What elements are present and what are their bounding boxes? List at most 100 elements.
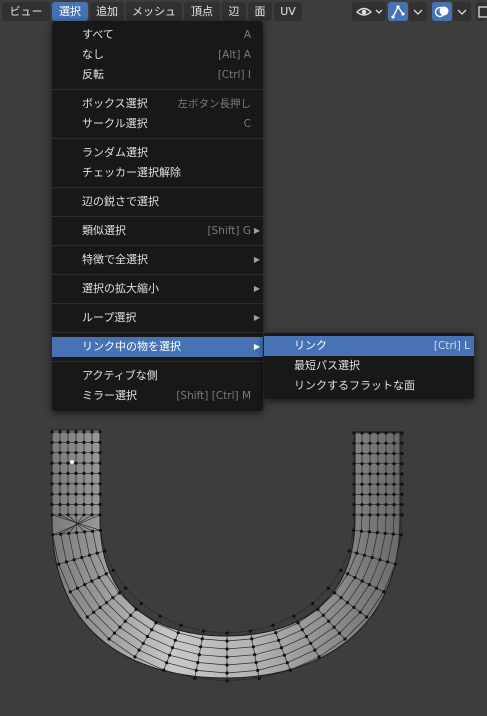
mesh-vertex[interactable] bbox=[352, 472, 356, 476]
mesh-vertex[interactable] bbox=[50, 513, 54, 517]
mesh-vertex[interactable] bbox=[274, 631, 278, 635]
mesh-vertex[interactable] bbox=[168, 653, 172, 657]
menu-item-box-select[interactable]: ボックス選択 左ボタン長押し bbox=[52, 94, 263, 114]
mesh-vertex[interactable] bbox=[111, 596, 115, 600]
menu-mesh[interactable]: メッシュ bbox=[126, 2, 182, 21]
mesh-vertex[interactable] bbox=[202, 629, 206, 633]
mesh-vertex[interactable] bbox=[107, 637, 111, 641]
mesh-vertex[interactable] bbox=[316, 607, 320, 612]
mesh-vertex[interactable] bbox=[251, 645, 255, 649]
mesh-vertex[interactable] bbox=[67, 531, 71, 536]
mesh-vertex[interactable] bbox=[103, 549, 107, 553]
mesh-vertex[interactable] bbox=[50, 482, 54, 486]
menu-item-select-similar[interactable]: 類似選択 [Shift] G ▶ bbox=[52, 221, 263, 241]
mesh-vertex[interactable] bbox=[384, 513, 388, 517]
mesh-vertex[interactable] bbox=[66, 461, 70, 465]
menu-item-select-all[interactable]: すべて A bbox=[52, 25, 263, 45]
mesh-vertex[interactable] bbox=[292, 614, 296, 618]
mesh-vertex[interactable] bbox=[145, 634, 150, 639]
mesh-vertex[interactable] bbox=[400, 451, 404, 456]
mesh-vertex[interactable] bbox=[376, 492, 380, 496]
mesh-vertex[interactable] bbox=[352, 451, 356, 456]
mesh-vertex[interactable] bbox=[58, 430, 62, 434]
mesh-vertex[interactable] bbox=[176, 631, 180, 635]
mesh-vertex[interactable] bbox=[376, 513, 380, 517]
mesh-vertex[interactable] bbox=[75, 586, 80, 590]
mesh-vertex[interactable] bbox=[83, 583, 87, 587]
mesh-vertex[interactable] bbox=[360, 441, 364, 445]
mesh-vertex[interactable] bbox=[97, 575, 101, 580]
mesh-vertex[interactable] bbox=[90, 440, 94, 444]
mesh-vertex[interactable] bbox=[384, 462, 388, 466]
mesh-vertex[interactable] bbox=[173, 638, 177, 642]
mesh-vertex[interactable] bbox=[279, 646, 284, 650]
mesh-vertex[interactable] bbox=[400, 431, 404, 435]
mesh-vertex[interactable] bbox=[74, 513, 78, 517]
mesh-vertex[interactable] bbox=[90, 451, 94, 455]
mesh-vertex[interactable] bbox=[352, 441, 356, 445]
mesh-vertex[interactable] bbox=[91, 529, 95, 533]
mesh-vertex[interactable] bbox=[360, 482, 364, 486]
mesh-vertex[interactable] bbox=[352, 492, 356, 496]
mesh-vertex[interactable] bbox=[382, 590, 386, 594]
mesh-vertex[interactable] bbox=[90, 430, 94, 434]
mesh-vertex[interactable] bbox=[225, 671, 229, 675]
menu-item-select-none[interactable]: なし [Alt] A bbox=[52, 45, 263, 65]
mesh-vertex[interactable] bbox=[85, 615, 89, 619]
mesh-vertex[interactable] bbox=[384, 441, 388, 445]
mesh-vertex[interactable] bbox=[282, 653, 286, 657]
mesh-vertex[interactable] bbox=[82, 451, 86, 455]
mesh-vertex[interactable] bbox=[378, 558, 382, 562]
mesh-vertex[interactable] bbox=[141, 641, 145, 645]
mesh-vertex[interactable] bbox=[58, 461, 62, 465]
mesh-vertex[interactable] bbox=[66, 502, 70, 507]
mesh-vertex[interactable] bbox=[82, 471, 86, 475]
mesh-vertex[interactable] bbox=[351, 528, 356, 533]
mesh-vertex[interactable] bbox=[277, 638, 281, 642]
mesh-vertex[interactable] bbox=[384, 482, 388, 486]
mesh-vertex[interactable] bbox=[400, 472, 404, 476]
mesh-vertex[interactable] bbox=[352, 503, 356, 507]
mesh-vertex[interactable] bbox=[304, 634, 309, 639]
mesh-vertex[interactable] bbox=[98, 471, 102, 475]
mesh-vertex[interactable] bbox=[82, 502, 86, 507]
mesh-vertex[interactable] bbox=[162, 668, 166, 672]
mesh-vertex[interactable] bbox=[74, 440, 78, 444]
mesh-vertex[interactable] bbox=[384, 472, 388, 476]
mesh-vertex[interactable] bbox=[98, 482, 102, 486]
visibility-button[interactable] bbox=[352, 2, 386, 21]
mesh-vertex[interactable] bbox=[57, 562, 61, 566]
mesh-vertex[interactable] bbox=[133, 655, 137, 659]
mesh-vertex[interactable] bbox=[254, 660, 258, 665]
mesh-vertex[interactable] bbox=[66, 430, 70, 434]
mesh-vertex[interactable] bbox=[360, 451, 364, 456]
mesh-vertex[interactable] bbox=[51, 533, 55, 537]
mesh-vertex[interactable] bbox=[376, 451, 380, 456]
mesh-vertex[interactable] bbox=[352, 482, 356, 486]
mesh-vertex[interactable] bbox=[112, 631, 117, 635]
mesh-vertex[interactable] bbox=[58, 451, 62, 455]
mesh-vertex[interactable] bbox=[80, 555, 84, 560]
menu-item-select-sharp-edges[interactable]: 辺の鋭さで選択 bbox=[52, 192, 263, 212]
menu-item-select-more-less[interactable]: 選択の拡大縮小 ▶ bbox=[52, 279, 263, 299]
mesh-vertex[interactable] bbox=[365, 615, 369, 619]
mesh-vertex[interactable] bbox=[50, 430, 54, 434]
mesh-vertex[interactable] bbox=[257, 676, 261, 680]
mesh-vertex[interactable] bbox=[196, 660, 200, 665]
mesh-vertex[interactable] bbox=[296, 621, 300, 625]
mesh-vertex[interactable] bbox=[384, 503, 388, 507]
mesh-vertex[interactable] bbox=[150, 628, 154, 632]
mesh-vertex[interactable] bbox=[400, 513, 404, 517]
mesh-vertex[interactable] bbox=[98, 605, 102, 610]
mesh-vertex[interactable] bbox=[368, 441, 372, 445]
mesh-vertex[interactable] bbox=[360, 513, 364, 517]
mesh-vertex[interactable] bbox=[90, 461, 94, 465]
mesh-vertex[interactable] bbox=[58, 502, 62, 507]
mesh-vertex[interactable] bbox=[197, 653, 201, 657]
mesh-vertex[interactable] bbox=[352, 513, 356, 517]
mesh-vertex[interactable] bbox=[386, 560, 390, 564]
mesh-vertex[interactable] bbox=[360, 492, 364, 496]
mesh-vertex[interactable] bbox=[400, 462, 404, 466]
mesh-vertex[interactable] bbox=[123, 619, 127, 623]
menu-add[interactable]: 追加 bbox=[90, 2, 124, 21]
